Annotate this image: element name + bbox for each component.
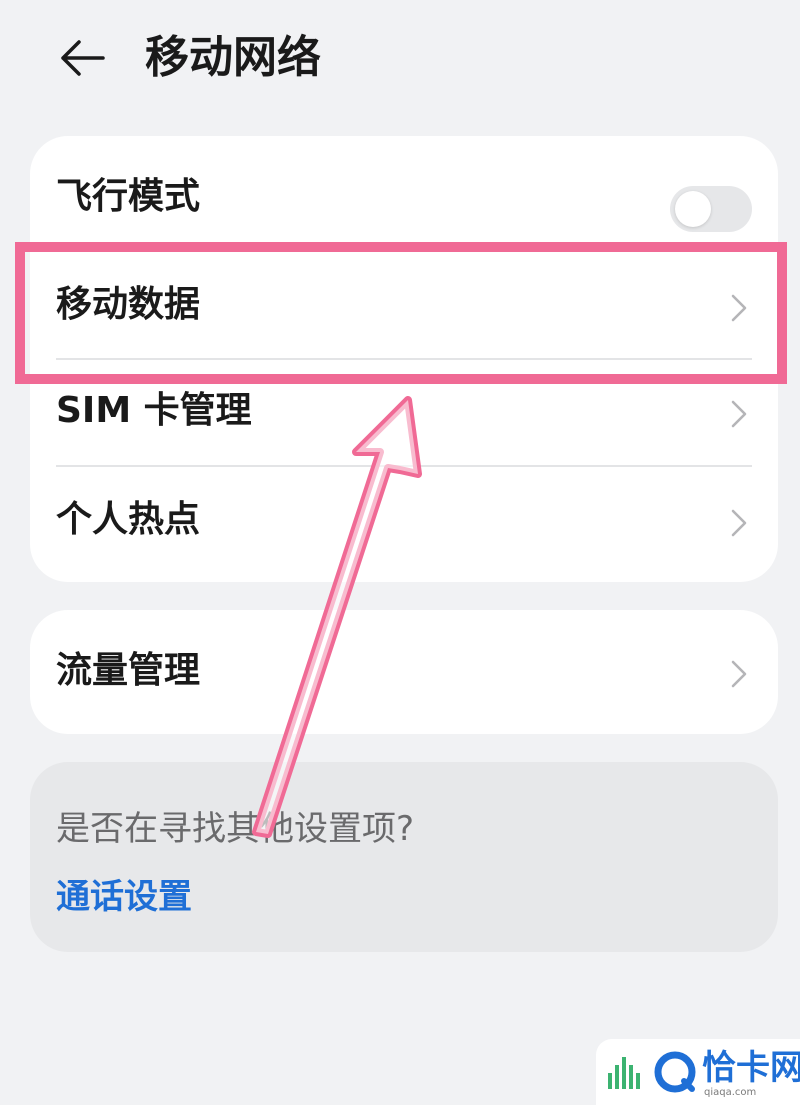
mobile-data-label: 移动数据 [56,284,201,325]
hint-question: 是否在寻找其他设置项? [56,809,415,849]
sim-management-label: SIM 卡管理 [56,390,252,431]
signal-bars-icon [608,1057,640,1089]
call-settings-link[interactable]: 通话设置 [56,874,192,920]
airplane-mode-toggle[interactable] [670,186,752,232]
traffic-card: 流量管理 [30,610,778,734]
chevron-right-icon [731,509,747,537]
mobile-data-row[interactable]: 移动数据 [30,254,778,360]
back-arrow-icon [61,40,105,76]
airplane-mode-label: 飞行模式 [56,176,201,217]
divider [56,465,752,467]
traffic-management-label: 流量管理 [56,650,201,691]
personal-hotspot-label: 个人热点 [56,499,201,540]
network-settings-card: 飞行模式 移动数据 SIM 卡管理 个人热点 [30,136,778,582]
chevron-right-icon [731,660,747,688]
toggle-knob [675,191,711,227]
other-settings-hint-card: 是否在寻找其他设置项? 通话设置 [30,762,778,952]
watermark-domain: qiaqa.com [704,1087,757,1098]
sim-management-row[interactable]: SIM 卡管理 [30,360,778,466]
chevron-right-icon [731,294,747,322]
watermark-brand: 恰卡网 [702,1048,800,1088]
chevron-right-icon [731,400,747,428]
watermark: 恰卡网 qiaqa.com [596,1039,800,1105]
logo-circle-icon [654,1051,696,1093]
personal-hotspot-row[interactable]: 个人热点 [30,469,778,575]
back-button[interactable] [52,30,112,86]
airplane-mode-row[interactable]: 飞行模式 [30,146,778,252]
page-title: 移动网络 [145,32,321,83]
traffic-management-row[interactable]: 流量管理 [30,620,778,726]
top-app-bar: 移动网络 [0,0,800,118]
